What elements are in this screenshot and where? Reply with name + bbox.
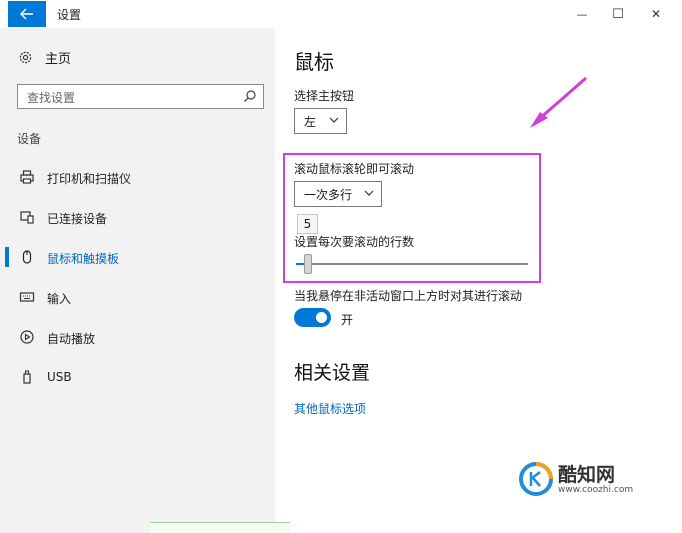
sidebar-item-label: 输入 [47,292,72,306]
usb-icon [23,370,31,384]
search-input[interactable]: 查找设置 [17,84,264,109]
connected-devices-icon [20,211,34,224]
search-placeholder: 查找设置 [27,91,76,105]
watermark-brand: 酷知网 [558,464,616,486]
sidebar-item-printers[interactable]: 打印机和扫描仪 [0,165,275,189]
close-icon: ✕ [650,7,662,21]
primary-button-label: 选择主按钮 [294,89,355,103]
sidebar-item-typing[interactable]: 输入 [0,285,275,309]
sidebar-item-connected-devices[interactable]: 已连接设备 [0,205,275,229]
lines-slider-thumb[interactable] [304,254,312,274]
sidebar-item-label: USB [47,370,72,384]
lines-label: 设置每次要滚动的行数 [294,235,415,249]
section-title-devices: 设备 [17,132,42,146]
lines-slider-track[interactable] [296,263,528,265]
window-title: 设置 [57,8,82,22]
sidebar-item-autoplay[interactable]: 自动播放 [0,325,275,349]
inactive-scroll-label: 当我悬停在非活动窗口上方时对其进行滚动 [294,289,523,303]
primary-button-value: 左 [304,114,317,129]
sidebar-item-label: 鼠标和触摸板 [47,252,120,266]
maximize-button[interactable]: ☐ [606,4,630,24]
watermark-url: www.coozhi.com [558,485,634,495]
minimize-button[interactable]: — [570,4,594,24]
maximize-icon: ☐ [612,6,624,22]
chevron-down-icon [364,190,374,196]
active-indicator [5,247,9,267]
inactive-scroll-toggle[interactable] [294,308,331,327]
additional-mouse-options-link[interactable]: 其他鼠标选项 [294,400,366,417]
printer-icon [20,170,34,184]
watermark-logo: 酷知网 www.coozhi.com [512,455,662,505]
sidebar-item-label: 已连接设备 [47,212,108,226]
scroll-mode-value: 一次多行 [304,187,353,202]
back-arrow-icon [20,8,33,20]
home-label: 主页 [45,52,72,67]
chevron-down-icon [329,117,339,123]
close-button[interactable]: ✕ [644,4,668,24]
scroll-mode-label: 滚动鼠标滚轮即可滚动 [294,162,415,176]
autoplay-icon [20,330,34,344]
primary-button-dropdown[interactable]: 左 [294,108,347,134]
cropped-bottom-element [150,522,290,533]
toggle-state-label: 开 [341,313,354,327]
sidebar-item-usb[interactable]: USB [0,365,275,389]
title-bar: 设置 — ☐ ✕ [0,0,682,28]
sidebar-item-label: 打印机和扫描仪 [47,172,132,186]
gear-icon [19,51,32,64]
coozhi-logo-icon [519,462,553,496]
related-settings-title: 相关设置 [294,362,371,384]
slider-value-tooltip: 5 [297,214,318,234]
sidebar-item-mouse-touchpad[interactable]: 鼠标和触摸板 [0,245,275,269]
page-title: 鼠标 [294,50,334,74]
back-button[interactable] [8,1,46,27]
mouse-icon [22,250,32,264]
annotation-arrow-icon [530,76,587,128]
sidebar-home[interactable]: 主页 [18,48,71,67]
search-icon[interactable] [243,89,257,103]
sidebar-item-label: 自动播放 [47,332,96,346]
scroll-mode-dropdown[interactable]: 一次多行 [294,181,382,207]
toggle-knob [316,312,327,323]
keyboard-icon [19,292,35,302]
minimize-icon: — [576,7,588,21]
sidebar: 主页 查找设置 设备 打印机和扫描仪 已连接设备 鼠标和触摸板 输入 自动播放 … [0,28,275,533]
